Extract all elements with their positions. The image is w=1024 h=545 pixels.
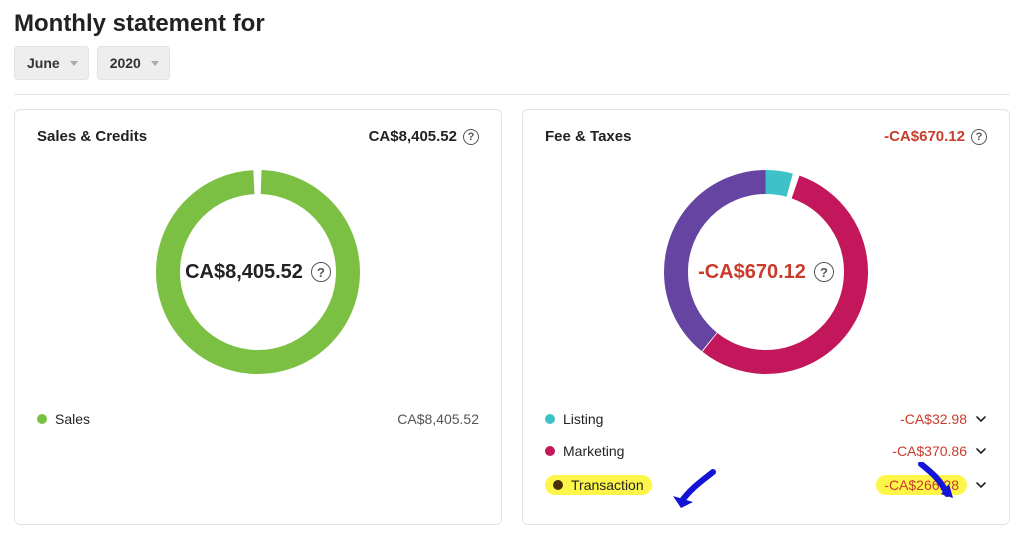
month-select[interactable]: June xyxy=(14,46,89,80)
help-icon[interactable]: ? xyxy=(311,262,331,282)
fees-donut-chart: -CA$670.12 ? xyxy=(545,153,987,391)
fees-total-value: -CA$670.12 xyxy=(884,128,965,145)
legend-row-transaction[interactable]: Transaction -CA$266.28 xyxy=(545,467,987,504)
fee-taxes-panel: Fee & Taxes -CA$670.12 ? xyxy=(522,109,1010,525)
chevron-down-icon[interactable] xyxy=(975,413,987,425)
legend-value: -CA$370.86 xyxy=(892,443,967,459)
legend-dot-icon xyxy=(37,414,47,424)
sales-panel-total: CA$8,405.52 ? xyxy=(369,128,479,145)
legend-label: Transaction xyxy=(571,477,644,493)
legend-row-sales: Sales CA$8,405.52 xyxy=(37,403,479,435)
legend-row-listing[interactable]: Listing -CA$32.98 xyxy=(545,403,987,435)
chevron-down-icon[interactable] xyxy=(975,445,987,457)
sales-legend: Sales CA$8,405.52 xyxy=(37,403,479,435)
legend-dot-icon xyxy=(545,414,555,424)
date-selectors: June 2020 xyxy=(14,46,1010,80)
legend-label: Marketing xyxy=(563,443,624,459)
sales-donut-svg xyxy=(149,163,367,381)
help-icon[interactable]: ? xyxy=(463,129,479,145)
sales-donut-chart: CA$8,405.52 ? xyxy=(37,153,479,391)
legend-dot-icon xyxy=(545,446,555,456)
year-select[interactable]: 2020 xyxy=(97,46,170,80)
sales-panel-title: Sales & Credits xyxy=(37,128,147,145)
page-title: Monthly statement for xyxy=(14,10,1010,38)
legend-value: -CA$32.98 xyxy=(900,411,967,427)
help-icon[interactable]: ? xyxy=(814,262,834,282)
fees-donut-svg xyxy=(657,163,875,381)
help-icon[interactable]: ? xyxy=(971,129,987,145)
fees-legend: Listing -CA$32.98 Marketing xyxy=(545,403,987,504)
legend-value: -CA$266.28 xyxy=(876,475,967,495)
legend-dot-icon xyxy=(553,480,563,490)
chevron-down-icon[interactable] xyxy=(975,479,987,491)
sales-total-value: CA$8,405.52 xyxy=(369,128,457,145)
fees-panel-total: -CA$670.12 ? xyxy=(884,128,987,145)
legend-label: Sales xyxy=(55,411,90,427)
fees-panel-title: Fee & Taxes xyxy=(545,128,631,145)
legend-label: Listing xyxy=(563,411,603,427)
legend-row-marketing[interactable]: Marketing -CA$370.86 xyxy=(545,435,987,467)
legend-value: CA$8,405.52 xyxy=(397,411,479,427)
sales-credits-panel: Sales & Credits CA$8,405.52 ? CA$8,405.5… xyxy=(14,109,502,525)
header-divider xyxy=(14,94,1010,95)
